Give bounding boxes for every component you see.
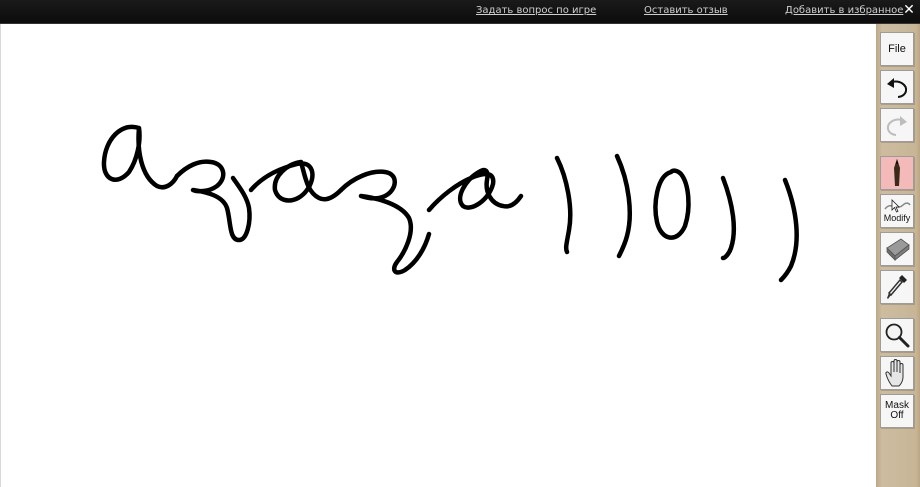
modify-tool-button[interactable]: Modify: [880, 194, 914, 228]
zoom-tool-button[interactable]: [880, 318, 914, 352]
file-button[interactable]: File: [880, 32, 914, 66]
stroke-paren-1: [554, 155, 573, 255]
stroke-digit-0: [653, 168, 691, 240]
eraser-icon: [886, 238, 910, 261]
pencil-icon: [894, 159, 900, 186]
stroke-letter-z1: [174, 159, 252, 243]
undo-button[interactable]: [880, 70, 914, 104]
redo-icon: [886, 116, 907, 136]
file-label: File: [888, 43, 906, 55]
eraser-tool-button[interactable]: [880, 232, 914, 266]
hand-icon: [885, 359, 904, 387]
stroke-paren-3: [720, 175, 737, 261]
stroke-paren-2: [614, 153, 633, 259]
stroke-letter-a3: [426, 167, 524, 213]
stroke-letter-a2: [248, 159, 344, 203]
pencil-tool-button[interactable]: [880, 156, 914, 190]
stroke-letter-a1: [101, 124, 180, 190]
modify-icon: [884, 199, 911, 213]
close-button[interactable]: ✕: [902, 2, 916, 18]
hand-tool-button[interactable]: [880, 356, 914, 390]
modify-label: Modify: [883, 213, 911, 223]
stroke-letter-z2: [338, 169, 432, 275]
mask-toggle-button[interactable]: Mask Off: [880, 394, 914, 428]
magnifier-icon: [885, 323, 910, 348]
redo-button[interactable]: [880, 108, 914, 142]
handwriting-drawing: [101, 124, 799, 283]
tool-palette: File Modify Mask Off: [876, 24, 920, 487]
drawing-canvas[interactable]: [0, 24, 877, 487]
eyedropper-tool-button[interactable]: [880, 270, 914, 304]
eyedropper-icon: [887, 275, 907, 299]
undo-icon: [887, 78, 908, 98]
mask-state-label: Off: [890, 410, 904, 421]
stroke-paren-4: [778, 177, 799, 283]
